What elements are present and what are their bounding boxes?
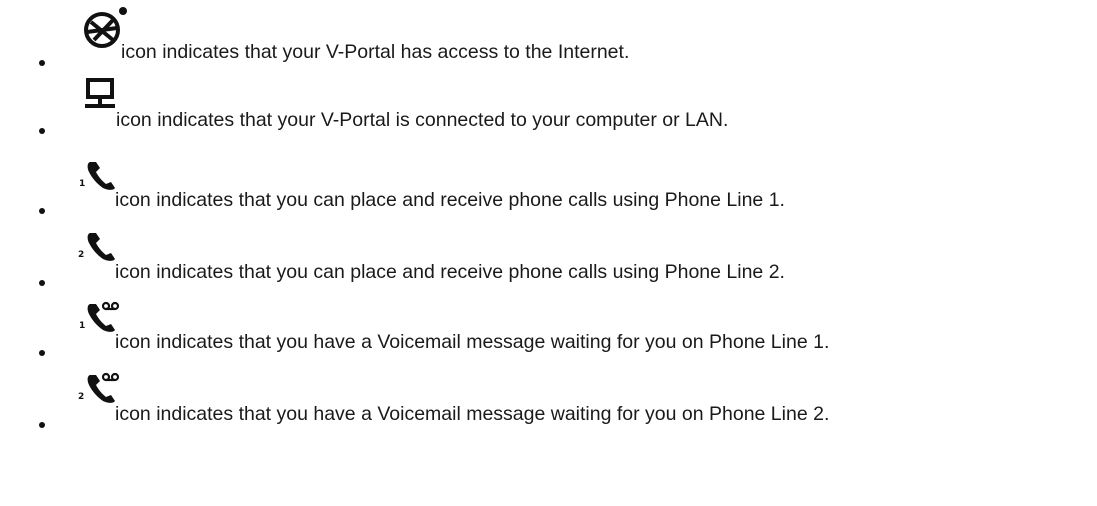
bullet <box>39 350 45 356</box>
list-item: 1 icon indicates that you can place and … <box>0 155 1097 225</box>
list-item: 2 icon indicates that you can place and … <box>0 225 1097 295</box>
item-text: icon indicates that you can place and re… <box>115 261 785 283</box>
phone-line-1-icon: 1 <box>79 162 115 190</box>
lan-computer-icon <box>85 78 115 108</box>
item-text: icon indicates that you have a Voicemail… <box>115 403 830 425</box>
bullet <box>39 422 45 428</box>
line-number-label: 1 <box>79 321 85 331</box>
list-item: 2 icon indicates that you have a Voicema… <box>0 366 1097 436</box>
list-item: icon indicates that your V-Portal is con… <box>0 71 1097 141</box>
bullet <box>39 280 45 286</box>
bullet <box>39 60 45 66</box>
line-number-label: 2 <box>78 392 84 402</box>
item-text: icon indicates that you can place and re… <box>115 189 785 211</box>
voicemail-line-1-icon: 1 <box>79 301 120 332</box>
voicemail-line-2-icon: 2 <box>78 372 120 403</box>
list-item: 1 icon indicates that you have a Voicema… <box>0 296 1097 366</box>
list-item: icon indicates that your V-Portal has ac… <box>0 0 1097 70</box>
item-text: icon indicates that your V-Portal is con… <box>116 109 729 131</box>
line-number-label: 2 <box>78 250 84 260</box>
item-text: icon indicates that your V-Portal has ac… <box>121 41 630 63</box>
bullet <box>39 208 45 214</box>
bullet <box>39 128 45 134</box>
phone-line-2-icon: 2 <box>78 233 115 261</box>
line-number-label: 1 <box>79 179 85 189</box>
item-text: icon indicates that you have a Voicemail… <box>115 331 830 353</box>
